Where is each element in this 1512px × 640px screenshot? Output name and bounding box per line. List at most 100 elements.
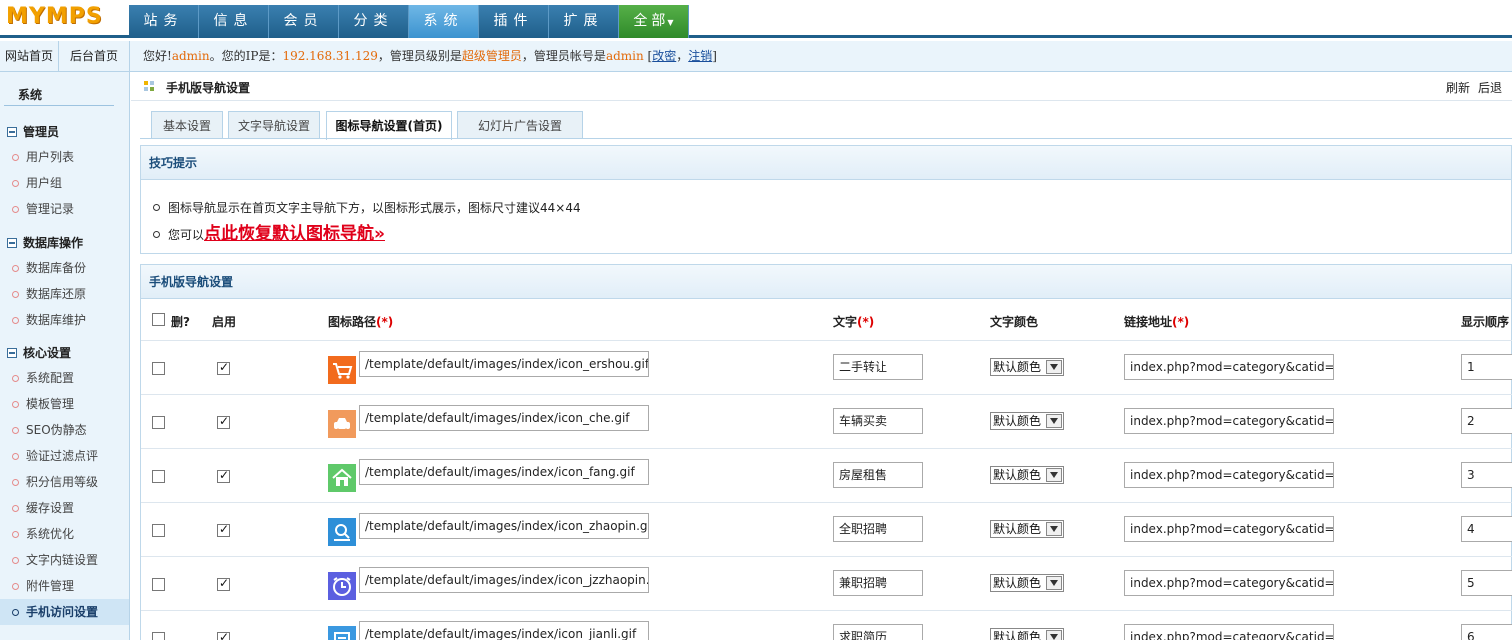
- back-link[interactable]: 后退: [1478, 79, 1502, 96]
- nav-text-input[interactable]: 兼职招聘: [833, 570, 923, 596]
- display-order-input[interactable]: 1: [1461, 354, 1512, 380]
- nav-extend[interactable]: 扩展: [549, 5, 619, 38]
- delete-checkbox[interactable]: [152, 416, 165, 429]
- icon-path-input[interactable]: /template/default/images/index/icon_fang…: [359, 459, 649, 485]
- nav-category[interactable]: 分类: [339, 5, 409, 38]
- nav-all[interactable]: 全部▼: [619, 5, 689, 38]
- enable-checkbox[interactable]: [217, 630, 230, 640]
- icon-path-input[interactable]: /template/default/images/index/icon_ersh…: [359, 351, 649, 377]
- sidebar: 系统 管理员 用户列表 用户组 管理记录 数据库操作 数据库备份 数据库还原 数…: [0, 72, 130, 640]
- logout-link[interactable]: 注销: [688, 49, 712, 63]
- nav-text-input[interactable]: 车辆买卖: [833, 408, 923, 434]
- tab-icon-nav[interactable]: 图标导航设置(首页): [326, 111, 452, 140]
- sidebar-item-mobile[interactable]: 手机访问设置: [0, 599, 129, 625]
- tab-slideshow[interactable]: 幻灯片广告设置: [457, 111, 583, 139]
- sidebar-item-filter[interactable]: 验证过滤点评: [0, 443, 129, 469]
- clock-icon: [328, 572, 356, 600]
- sidebar-item-credit[interactable]: 积分信用等级: [0, 469, 129, 495]
- bullet-icon: [12, 180, 19, 187]
- table-title: 手机版导航设置: [141, 265, 1511, 299]
- group-database[interactable]: 数据库操作: [7, 234, 83, 251]
- sidebar-item-optimize[interactable]: 系统优化: [0, 521, 129, 547]
- admin-home-link[interactable]: 后台首页: [59, 41, 130, 72]
- sidebar-item-label: 管理记录: [26, 202, 75, 216]
- link-url-input[interactable]: index.php?mod=category&catid=2: [1124, 408, 1334, 434]
- sidebar-item-db-restore[interactable]: 数据库还原: [0, 281, 129, 307]
- sidebar-item-system-config[interactable]: 系统配置: [0, 365, 129, 391]
- sidebar-item-seo[interactable]: SEO伪静态: [0, 417, 129, 443]
- change-password-link[interactable]: 改密: [652, 49, 676, 63]
- group-core[interactable]: 核心设置: [7, 344, 71, 361]
- enable-checkbox[interactable]: [217, 576, 230, 591]
- text-color-select[interactable]: 默认颜色: [990, 358, 1064, 376]
- tab-basic[interactable]: 基本设置: [151, 111, 223, 139]
- delete-checkbox[interactable]: [152, 362, 165, 375]
- link-url-input[interactable]: index.php?mod=category&catid=5: [1124, 570, 1334, 596]
- display-order-input[interactable]: 4: [1461, 516, 1512, 542]
- nav-plugin[interactable]: 插件: [479, 5, 549, 38]
- display-order-input[interactable]: 3: [1461, 462, 1512, 488]
- ip-label: 您的IP是：: [221, 49, 283, 63]
- nav-station[interactable]: 站务: [129, 5, 199, 38]
- icon-path-input[interactable]: /template/default/images/index/icon_che.…: [359, 405, 649, 431]
- header-icon-path: 图标路径(*): [328, 313, 393, 330]
- bullet-icon: [12, 609, 19, 616]
- enable-checkbox[interactable]: [217, 360, 230, 375]
- icon-path-input[interactable]: /template/default/images/index/icon_jian…: [359, 621, 649, 640]
- sidebar-item-cache[interactable]: 缓存设置: [0, 495, 129, 521]
- table-row: /template/default/images/index/icon_che.…: [141, 394, 1512, 448]
- text-color-select[interactable]: 默认颜色: [990, 628, 1064, 640]
- enable-checkbox[interactable]: [217, 414, 230, 429]
- icon-path-input[interactable]: /template/default/images/index/icon_zhao…: [359, 513, 649, 539]
- sidebar-item-user-list[interactable]: 用户列表: [0, 144, 129, 170]
- sidebar-item-inner-link[interactable]: 文字内链设置: [0, 547, 129, 573]
- display-order-input[interactable]: 2: [1461, 408, 1512, 434]
- header-icon-path-label: 图标路径: [328, 315, 377, 329]
- link-url-input[interactable]: index.php?mod=category&catid=3: [1124, 462, 1334, 488]
- delete-checkbox[interactable]: [152, 470, 165, 483]
- sidebar-item-user-group[interactable]: 用户组: [0, 170, 129, 196]
- link-url-input[interactable]: index.php?mod=category&catid=6: [1124, 624, 1334, 640]
- text-color-select[interactable]: 默认颜色: [990, 574, 1064, 592]
- icon-path-input[interactable]: /template/default/images/index/icon_jzzh…: [359, 567, 649, 593]
- sidebar-item-admin-log[interactable]: 管理记录: [0, 196, 129, 222]
- sidebar-item-label: 系统优化: [26, 527, 75, 541]
- sidebar-item-label: 数据库备份: [26, 261, 87, 275]
- sidebar-item-attachment[interactable]: 附件管理: [0, 573, 129, 599]
- nav-text-input[interactable]: 二手转让: [833, 354, 923, 380]
- link-url-input[interactable]: index.php?mod=category&catid=4: [1124, 516, 1334, 542]
- text-color-select[interactable]: 默认颜色: [990, 412, 1064, 430]
- display-order-input[interactable]: 6: [1461, 624, 1512, 640]
- sidebar-item-template[interactable]: 模板管理: [0, 391, 129, 417]
- nav-text-input[interactable]: 全职招聘: [833, 516, 923, 542]
- header-delete: 删?: [171, 315, 190, 329]
- nav-member[interactable]: 会员: [269, 5, 339, 38]
- sidebar-title: 系统: [18, 88, 43, 102]
- select-all-checkbox[interactable]: [152, 313, 165, 326]
- resume-icon: [328, 626, 356, 640]
- site-home-link[interactable]: 网站首页: [0, 41, 59, 72]
- nav-all-label: 全部: [633, 13, 670, 29]
- link-url-input[interactable]: index.php?mod=category&catid=1: [1124, 354, 1334, 380]
- nav-text-input[interactable]: 求职简历: [833, 624, 923, 640]
- nav-system[interactable]: 系统: [409, 5, 479, 38]
- delete-checkbox[interactable]: [152, 632, 165, 640]
- enable-checkbox[interactable]: [217, 522, 230, 537]
- dropdown-arrow-icon: [1046, 414, 1062, 428]
- sidebar-item-db-maintain[interactable]: 数据库维护: [0, 307, 129, 333]
- delete-checkbox[interactable]: [152, 524, 165, 537]
- required-mark: (*): [376, 315, 394, 329]
- nav-info[interactable]: 信息: [199, 5, 269, 38]
- enable-checkbox[interactable]: [217, 468, 230, 483]
- group-admin[interactable]: 管理员: [7, 123, 59, 140]
- refresh-link[interactable]: 刷新: [1446, 79, 1470, 96]
- tab-text-nav[interactable]: 文字导航设置: [228, 111, 320, 139]
- display-order-input[interactable]: 5: [1461, 570, 1512, 596]
- bullet-icon: [12, 427, 19, 434]
- restore-default-link[interactable]: 点此恢复默认图标导航»: [204, 224, 385, 244]
- delete-checkbox[interactable]: [152, 578, 165, 591]
- sidebar-item-db-backup[interactable]: 数据库备份: [0, 255, 129, 281]
- nav-text-input[interactable]: 房屋租售: [833, 462, 923, 488]
- text-color-select[interactable]: 默认颜色: [990, 520, 1064, 538]
- text-color-select[interactable]: 默认颜色: [990, 466, 1064, 484]
